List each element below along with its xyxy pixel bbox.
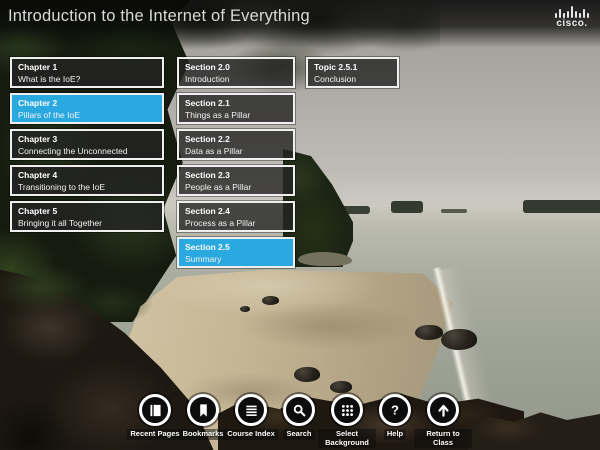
recent-pages-icon <box>139 394 171 426</box>
rock <box>294 367 320 382</box>
topic-2-5-1-button[interactable]: Topic 2.5.1 Conclusion <box>306 57 399 88</box>
island <box>441 209 467 213</box>
tool-label: Help <box>383 429 407 440</box>
section-2-4-button[interactable]: Section 2.4 Process as a Pillar <box>177 201 295 232</box>
chapter-subtitle: Bringing it all Together <box>18 218 102 228</box>
section-subtitle: Process as a Pillar <box>185 218 256 228</box>
cisco-bars-icon <box>555 6 589 18</box>
section-subtitle: People as a Pillar <box>185 182 252 192</box>
page-title: Introduction to the Internet of Everythi… <box>8 7 310 25</box>
chapter-subtitle: Connecting the Unconnected <box>18 146 128 156</box>
section-title: Section 2.2 <box>185 134 230 144</box>
tool-label: Search <box>283 429 315 440</box>
rock <box>240 306 250 312</box>
chapter-title: Chapter 1 <box>18 62 58 72</box>
section-2-3-button[interactable]: Section 2.3 People as a Pillar <box>177 165 295 196</box>
section-subtitle: Summary <box>185 254 222 264</box>
topic-title: Topic 2.5.1 <box>314 62 358 72</box>
section-2-2-button[interactable]: Section 2.2 Data as a Pillar <box>177 129 295 160</box>
chapter-subtitle: Transitioning to the IoE <box>18 182 106 192</box>
section-2-5-button[interactable]: Section 2.5 Summary <box>177 237 295 268</box>
section-2-1-button[interactable]: Section 2.1 Things as a Pillar <box>177 93 295 124</box>
chapter-1-button[interactable]: Chapter 1 What is the IoE? <box>10 57 164 88</box>
chapter-subtitle: Pillars of the IoE <box>18 110 80 120</box>
chapter-menu: Chapter 1 What is the IoE? Chapter 2 Pil… <box>10 57 164 237</box>
chapter-subtitle: What is the IoE? <box>18 74 81 84</box>
course-index-icon <box>235 394 267 426</box>
chapter-title: Chapter 5 <box>18 206 58 216</box>
return-to-class-button[interactable]: Return to Class <box>413 390 473 448</box>
bottom-toolbar: Recent Pages Bookmarks Course Index Sear… <box>0 390 600 450</box>
rock <box>262 296 279 305</box>
cisco-wordmark: cisco. <box>556 18 588 29</box>
chapter-2-button[interactable]: Chapter 2 Pillars of the IoE <box>10 93 164 124</box>
rock <box>441 329 477 350</box>
chapter-4-button[interactable]: Chapter 4 Transitioning to the IoE <box>10 165 164 196</box>
svg-text:?: ? <box>391 403 399 418</box>
chapter-title: Chapter 3 <box>18 134 58 144</box>
chapter-3-button[interactable]: Chapter 3 Connecting the Unconnected <box>10 129 164 160</box>
rock <box>415 325 443 340</box>
chapter-title: Chapter 2 <box>18 98 58 108</box>
section-title: Section 2.0 <box>185 62 230 72</box>
search-icon <box>283 394 315 426</box>
tool-label: Return to Class <box>414 429 472 448</box>
select-background-icon <box>331 394 363 426</box>
chapter-5-button[interactable]: Chapter 5 Bringing it all Together <box>10 201 164 232</box>
header: Introduction to the Internet of Everythi… <box>0 0 600 48</box>
cliff-foliage <box>0 258 152 343</box>
topic-menu: Topic 2.5.1 Conclusion <box>306 57 399 93</box>
section-title: Section 2.5 <box>185 242 230 252</box>
chapter-title: Chapter 4 <box>18 170 58 180</box>
section-menu: Section 2.0 Introduction Section 2.1 Thi… <box>177 57 295 273</box>
section-title: Section 2.1 <box>185 98 230 108</box>
section-subtitle: Things as a Pillar <box>185 110 251 120</box>
topic-subtitle: Conclusion <box>314 74 357 84</box>
section-subtitle: Data as a Pillar <box>185 146 243 156</box>
help-icon: ? <box>379 394 411 426</box>
bookmarks-icon <box>187 394 219 426</box>
section-2-0-button[interactable]: Section 2.0 Introduction <box>177 57 295 88</box>
cisco-logo: cisco. <box>555 6 589 29</box>
section-title: Section 2.4 <box>185 206 230 216</box>
section-title: Section 2.3 <box>185 170 230 180</box>
return-to-class-icon <box>427 394 459 426</box>
tool-label: Bookmarks <box>179 429 227 440</box>
island <box>523 200 600 213</box>
course-menu-screen: Introduction to the Internet of Everythi… <box>0 0 600 450</box>
island <box>391 201 423 213</box>
section-subtitle: Introduction <box>185 74 230 84</box>
headland-shore <box>298 252 352 266</box>
